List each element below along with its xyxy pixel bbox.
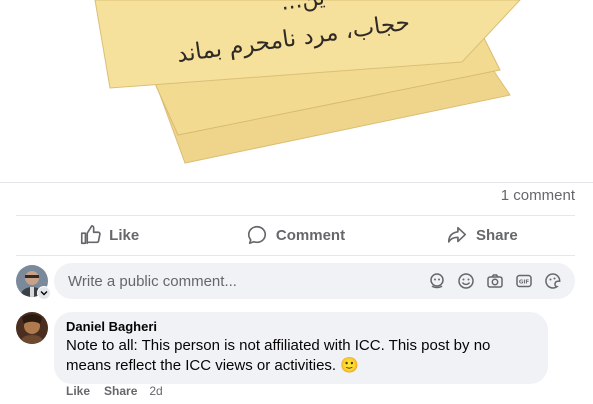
post-image[interactable]: ...ین حجاب، مرد نامحرم بماند [0, 0, 593, 182]
chevron-down-icon [37, 286, 51, 300]
composer-tools: GIF [427, 271, 563, 291]
comment-share-link[interactable]: Share [104, 384, 137, 398]
share-button[interactable]: Share [389, 218, 575, 252]
speech-bubble-icon [247, 225, 266, 245]
gif-icon[interactable]: GIF [514, 271, 534, 291]
comment-like-link[interactable]: Like [66, 384, 90, 398]
thumbs-up-icon [81, 225, 101, 245]
notes-illustration: ...ین حجاب، مرد نامحرم بماند [94, 0, 521, 164]
post-actions: Like Comment Share [16, 218, 575, 252]
comment-count-row: 1 comment [16, 187, 575, 209]
share-arrow-icon [447, 226, 467, 243]
comment-meta: Like Share 2d [66, 384, 163, 398]
emoji-icon[interactable] [456, 271, 476, 291]
comment-count-link[interactable]: 1 comment [501, 187, 575, 204]
share-label: Share [475, 226, 518, 244]
comment-composer: GIF [16, 263, 575, 300]
comment-box: GIF [54, 263, 575, 299]
commenter-avatar-image [16, 312, 48, 344]
current-user-avatar[interactable] [16, 265, 51, 300]
comment-author[interactable]: Daniel Bagheri [66, 319, 536, 334]
svg-text:GIF: GIF [519, 280, 530, 286]
comment-input[interactable] [66, 271, 427, 291]
image-divider [0, 182, 593, 183]
commenter-avatar[interactable] [16, 312, 48, 344]
stats-divider [16, 215, 575, 216]
comment-bubble: Daniel Bagheri Note to all: This person … [54, 312, 548, 384]
like-label: Like [109, 226, 140, 244]
comment-label: Comment [275, 226, 346, 244]
actions-divider [16, 255, 575, 256]
avatar-sticker-icon[interactable] [427, 271, 447, 291]
comment-item: Daniel Bagheri Note to all: This person … [16, 312, 575, 384]
like-button[interactable]: Like [16, 218, 202, 252]
comment-timestamp[interactable]: 2d [149, 384, 162, 398]
comment-button[interactable]: Comment [202, 218, 388, 252]
comment-text: Note to all: This person is not affiliat… [66, 337, 491, 374]
camera-icon[interactable] [485, 271, 505, 291]
sticker-icon[interactable] [543, 271, 563, 291]
